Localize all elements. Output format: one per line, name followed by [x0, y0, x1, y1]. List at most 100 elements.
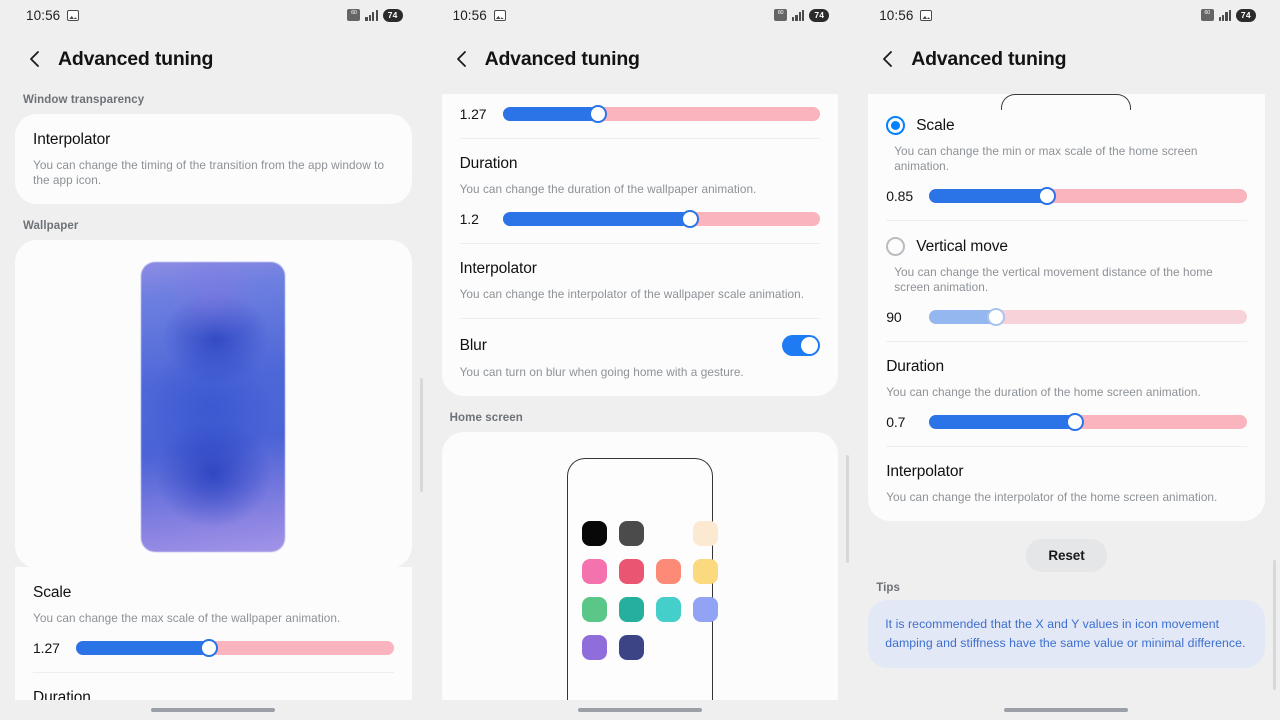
row-scale[interactable]: Scale You can change the min or max scal…: [868, 94, 1265, 220]
panel-wallpaper-settings: 10:56 60 74 Advanced tuning Window trans…: [0, 0, 427, 720]
nav-bar: [0, 700, 427, 720]
scale-slider[interactable]: [502, 105, 821, 123]
row-vertical-move[interactable]: Vertical move You can change the vertica…: [868, 220, 1265, 341]
sim-card-icon: 60: [347, 9, 361, 21]
panel-home-screen-settings: 10:56 60 74 Advanced tuning Scale You ca…: [853, 0, 1280, 720]
app-bar: Advanced tuning: [853, 30, 1280, 88]
home-gesture-pill[interactable]: [577, 708, 702, 712]
section-label-wallpaper: Wallpaper: [23, 220, 79, 232]
tips-message: It is recommended that the X and Y value…: [868, 600, 1265, 668]
reset-button[interactable]: Reset: [1026, 539, 1107, 572]
vertical-move-slider-row[interactable]: 90: [886, 308, 1247, 326]
status-bar-left: 10:56: [879, 7, 933, 23]
row-description: You can change the duration of the wallp…: [459, 182, 757, 196]
app-icon: [618, 635, 644, 660]
scale-radio[interactable]: [886, 116, 906, 135]
section-label-home-screen: Home screen: [449, 412, 523, 424]
app-bar: Advanced tuning: [427, 30, 854, 88]
home-gesture-pill[interactable]: [151, 708, 276, 712]
home-screen-preview-card: [441, 432, 839, 718]
back-chevron-icon[interactable]: [22, 46, 48, 72]
status-time: 10:56: [26, 7, 61, 23]
status-bar: 10:56 60 74: [853, 0, 1280, 30]
app-icon: [618, 521, 644, 546]
back-chevron-icon[interactable]: [875, 46, 901, 72]
home-gesture-pill[interactable]: [1004, 708, 1129, 712]
duration-slider-row[interactable]: 1.2: [459, 210, 821, 228]
sim-card-icon: 60: [774, 9, 788, 21]
slider-knob[interactable]: [588, 105, 607, 123]
vertical-move-radio[interactable]: [886, 237, 906, 256]
row-description: You can change the min or max scale of t…: [894, 144, 1198, 173]
page-title: Advanced tuning: [58, 47, 214, 70]
status-bar: 10:56 60 74: [0, 0, 427, 30]
app-icon-empty: [693, 635, 718, 660]
app-icon: [581, 635, 607, 660]
photo-icon: [67, 9, 80, 21]
duration-slider-row[interactable]: 0.7: [886, 413, 1247, 431]
row-title: Duration: [459, 155, 518, 172]
status-bar: 10:56 60 74: [427, 0, 854, 30]
slider-value: 1.2: [459, 211, 479, 227]
signal-bars-icon: [792, 9, 805, 21]
row-description: You can change the max scale of the wall…: [33, 611, 341, 625]
scale-slider[interactable]: [76, 639, 394, 657]
row-blur[interactable]: Blur You can turn on blur when going hom…: [442, 318, 839, 396]
scale-radio-line[interactable]: Scale: [886, 116, 1247, 135]
app-icon: [581, 597, 607, 622]
status-bar-left: 10:56: [453, 8, 506, 23]
slider-knob[interactable]: [1066, 413, 1085, 431]
duration-slider[interactable]: [502, 210, 821, 228]
row-interpolator[interactable]: Interpolator You can change the interpol…: [868, 446, 1265, 521]
row-title: Vertical move: [916, 237, 1008, 255]
slider-knob[interactable]: [1037, 187, 1056, 205]
slider-knob[interactable]: [200, 639, 219, 657]
app-icon-grid: [581, 521, 718, 660]
slider-knob[interactable]: [986, 308, 1005, 326]
scale-slider-row[interactable]: 0.85: [886, 187, 1247, 205]
slider-value: 1.27: [459, 106, 487, 122]
status-time: 10:56: [879, 7, 914, 23]
blur-toggle[interactable]: [782, 335, 821, 356]
vertical-move-radio-line[interactable]: Vertical move: [886, 237, 1247, 256]
app-bar: Advanced tuning: [0, 30, 427, 88]
status-bar-right: 60 74: [774, 8, 830, 22]
scale-slider[interactable]: [929, 187, 1247, 205]
row-description: You can turn on blur when going home wit…: [459, 365, 744, 379]
row-title: Duration: [886, 358, 944, 375]
app-icon: [581, 521, 607, 546]
slider-knob[interactable]: [680, 210, 699, 228]
scale-slider-row[interactable]: 1.27: [33, 639, 394, 657]
row-title: Interpolator: [33, 131, 111, 148]
app-icon: [618, 597, 644, 622]
back-chevron-icon[interactable]: [449, 46, 475, 72]
app-icon: [655, 597, 681, 622]
row-title: Blur: [459, 336, 487, 354]
photo-icon: [920, 9, 933, 21]
row-description: You can change the duration of the home …: [886, 385, 1201, 399]
row-interpolator[interactable]: Interpolator You can change the interpol…: [442, 243, 839, 318]
slider-value: 0.7: [886, 414, 906, 430]
slider-value: 0.85: [886, 188, 914, 204]
scrollbar-thumb[interactable]: [846, 455, 850, 563]
row-title: Interpolator: [459, 260, 537, 277]
scrollbar-thumb[interactable]: [1272, 560, 1276, 690]
slider-fill: [76, 641, 210, 655]
panel3-content: Scale You can change the min or max scal…: [853, 94, 1280, 668]
app-icon: [618, 559, 644, 584]
home-screen-preview: [566, 458, 718, 718]
page-title: Advanced tuning: [484, 47, 640, 70]
status-bar-right: 60 74: [1200, 8, 1256, 22]
duration-slider[interactable]: [929, 413, 1247, 431]
app-icon: [655, 559, 681, 584]
wallpaper-preview: [141, 262, 286, 552]
home-screen-settings-card: Scale You can change the min or max scal…: [868, 94, 1265, 521]
row-header: Blur: [460, 335, 821, 356]
vertical-move-slider[interactable]: [929, 308, 1247, 326]
scale-slider-row[interactable]: 1.27: [459, 105, 821, 123]
nav-bar: [426, 700, 854, 720]
scrollbar-thumb[interactable]: [419, 378, 423, 492]
wallpaper-settings-card: 1.27 Duration You can change the duratio…: [441, 94, 839, 396]
app-icon-empty: [656, 635, 681, 660]
row-interpolator[interactable]: Interpolator You can change the timing o…: [15, 114, 412, 204]
